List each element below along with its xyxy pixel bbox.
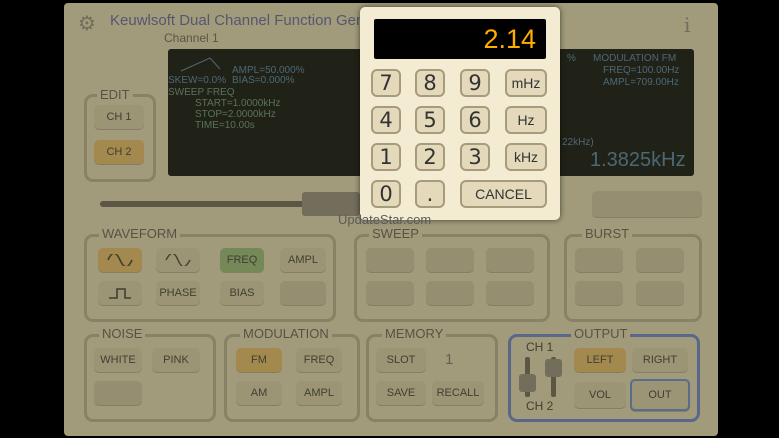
triangle-wave-icon bbox=[165, 254, 191, 266]
blank-button-top-right[interactable] bbox=[592, 191, 702, 217]
waveform-blank-button[interactable] bbox=[280, 281, 326, 305]
right-partial-khz: 22kHz) bbox=[562, 137, 594, 148]
sweep-button-4[interactable] bbox=[366, 281, 414, 305]
sine-wave-button[interactable] bbox=[98, 248, 142, 272]
memory-slot-button[interactable]: SLOT bbox=[376, 348, 426, 372]
key-6[interactable]: 6 bbox=[460, 106, 490, 134]
key-hz[interactable]: Hz bbox=[505, 106, 547, 134]
key-1[interactable]: 1 bbox=[371, 143, 401, 171]
output-right-button[interactable]: RIGHT bbox=[632, 348, 688, 372]
edit-ch1-button[interactable]: CH 1 bbox=[94, 105, 144, 129]
key-4[interactable]: 4 bbox=[371, 106, 401, 134]
skew-readout: SKEW=0.0% bbox=[168, 75, 227, 86]
burst-title: BURST bbox=[582, 226, 633, 241]
waveform-bias-button[interactable]: BIAS bbox=[220, 281, 264, 305]
frequency-readout: 1.3825kHz bbox=[590, 149, 686, 171]
noise-blank-button[interactable] bbox=[94, 381, 142, 405]
modulation-freq-button[interactable]: FREQ bbox=[296, 348, 342, 372]
key-khz[interactable]: kHz bbox=[505, 143, 547, 171]
output-ch1-fader-thumb[interactable] bbox=[519, 374, 536, 392]
sweep-button-2[interactable] bbox=[426, 248, 474, 272]
waveform-freq-button[interactable]: FREQ bbox=[220, 248, 264, 272]
square-wave-icon bbox=[109, 288, 131, 299]
output-out-button[interactable]: OUT bbox=[630, 379, 690, 411]
waveform-preview-icon bbox=[180, 57, 221, 72]
output-ch2-label: CH 2 bbox=[526, 399, 554, 413]
gear-icon[interactable]: ⚙ bbox=[78, 11, 96, 35]
memory-title: MEMORY bbox=[382, 326, 447, 341]
waveform-ampl-button[interactable]: AMPL bbox=[280, 248, 326, 272]
edit-ch2-button[interactable]: CH 2 bbox=[94, 140, 144, 164]
memory-save-button[interactable]: SAVE bbox=[376, 381, 426, 405]
sweep-time: TIME=10.00s bbox=[195, 120, 255, 131]
edit-title: EDIT bbox=[97, 87, 133, 102]
bias-readout: BIAS=0.000% bbox=[232, 75, 295, 86]
modulation-title: MODULATION bbox=[240, 326, 332, 341]
waveform-phase-button[interactable]: PHASE bbox=[156, 281, 200, 305]
key-mhz[interactable]: mHz bbox=[505, 69, 547, 97]
sweep-button-3[interactable] bbox=[486, 248, 534, 272]
frequency-slider-track[interactable] bbox=[100, 201, 326, 207]
sweep-start: START=1.0000kHz bbox=[195, 98, 281, 109]
mod-freq-readout: FREQ=100.00Hz bbox=[603, 65, 680, 76]
square-wave-button[interactable] bbox=[98, 281, 142, 305]
info-icon[interactable]: i bbox=[684, 13, 690, 37]
keypad-display: 2.14 bbox=[374, 19, 546, 59]
right-partial-percent: % bbox=[567, 53, 576, 64]
channel-label: Channel 1 bbox=[164, 31, 219, 45]
key-5[interactable]: 5 bbox=[415, 106, 445, 134]
noise-white-button[interactable]: WHITE bbox=[94, 348, 142, 372]
memory-recall-button[interactable]: RECALL bbox=[432, 381, 484, 405]
output-title: OUTPUT bbox=[571, 326, 631, 341]
cancel-button[interactable]: CANCEL bbox=[460, 180, 547, 208]
key-decimal-point[interactable]: . bbox=[415, 180, 445, 208]
key-3[interactable]: 3 bbox=[460, 143, 490, 171]
mod-ampl-readout: AMPL=709.00Hz bbox=[603, 77, 679, 88]
noise-pink-button[interactable]: PINK bbox=[152, 348, 200, 372]
key-0[interactable]: 0 bbox=[371, 180, 401, 208]
output-vol-button[interactable]: VOL bbox=[574, 382, 626, 408]
burst-button-4[interactable] bbox=[636, 281, 684, 305]
noise-title: NOISE bbox=[99, 326, 146, 341]
burst-button-2[interactable] bbox=[636, 248, 684, 272]
sweep-stop: STOP=2.0000kHz bbox=[195, 109, 276, 120]
key-8[interactable]: 8 bbox=[415, 69, 445, 97]
memory-slot-value: 1 bbox=[445, 351, 454, 368]
watermark-text: UpdateStar.com bbox=[338, 212, 432, 227]
modulation-header: MODULATION FM bbox=[593, 53, 677, 64]
burst-button-1[interactable] bbox=[575, 248, 623, 272]
triangle-wave-button[interactable] bbox=[156, 248, 200, 272]
sweep-title: SWEEP bbox=[369, 226, 422, 241]
output-ch1-label: CH 1 bbox=[526, 340, 554, 354]
waveform-title: WAVEFORM bbox=[99, 226, 181, 241]
key-7[interactable]: 7 bbox=[371, 69, 401, 97]
modulation-am-button[interactable]: AM bbox=[236, 381, 282, 405]
numeric-keypad-dialog: 2.14 7 8 9 mHz 4 5 6 Hz 1 2 3 kHz 0 . CA… bbox=[360, 7, 560, 220]
modulation-ampl-button[interactable]: AMPL bbox=[296, 381, 342, 405]
modulation-fm-button[interactable]: FM bbox=[236, 348, 282, 372]
output-ch2-fader-thumb[interactable] bbox=[545, 359, 562, 377]
sine-wave-icon bbox=[107, 254, 133, 266]
key-2[interactable]: 2 bbox=[415, 143, 445, 171]
burst-button-3[interactable] bbox=[575, 281, 623, 305]
sweep-button-6[interactable] bbox=[486, 281, 534, 305]
sweep-button-5[interactable] bbox=[426, 281, 474, 305]
sweep-button-1[interactable] bbox=[366, 248, 414, 272]
output-left-button[interactable]: LEFT bbox=[574, 348, 626, 372]
sweep-header: SWEEP FREQ bbox=[168, 87, 235, 98]
key-9[interactable]: 9 bbox=[460, 69, 490, 97]
